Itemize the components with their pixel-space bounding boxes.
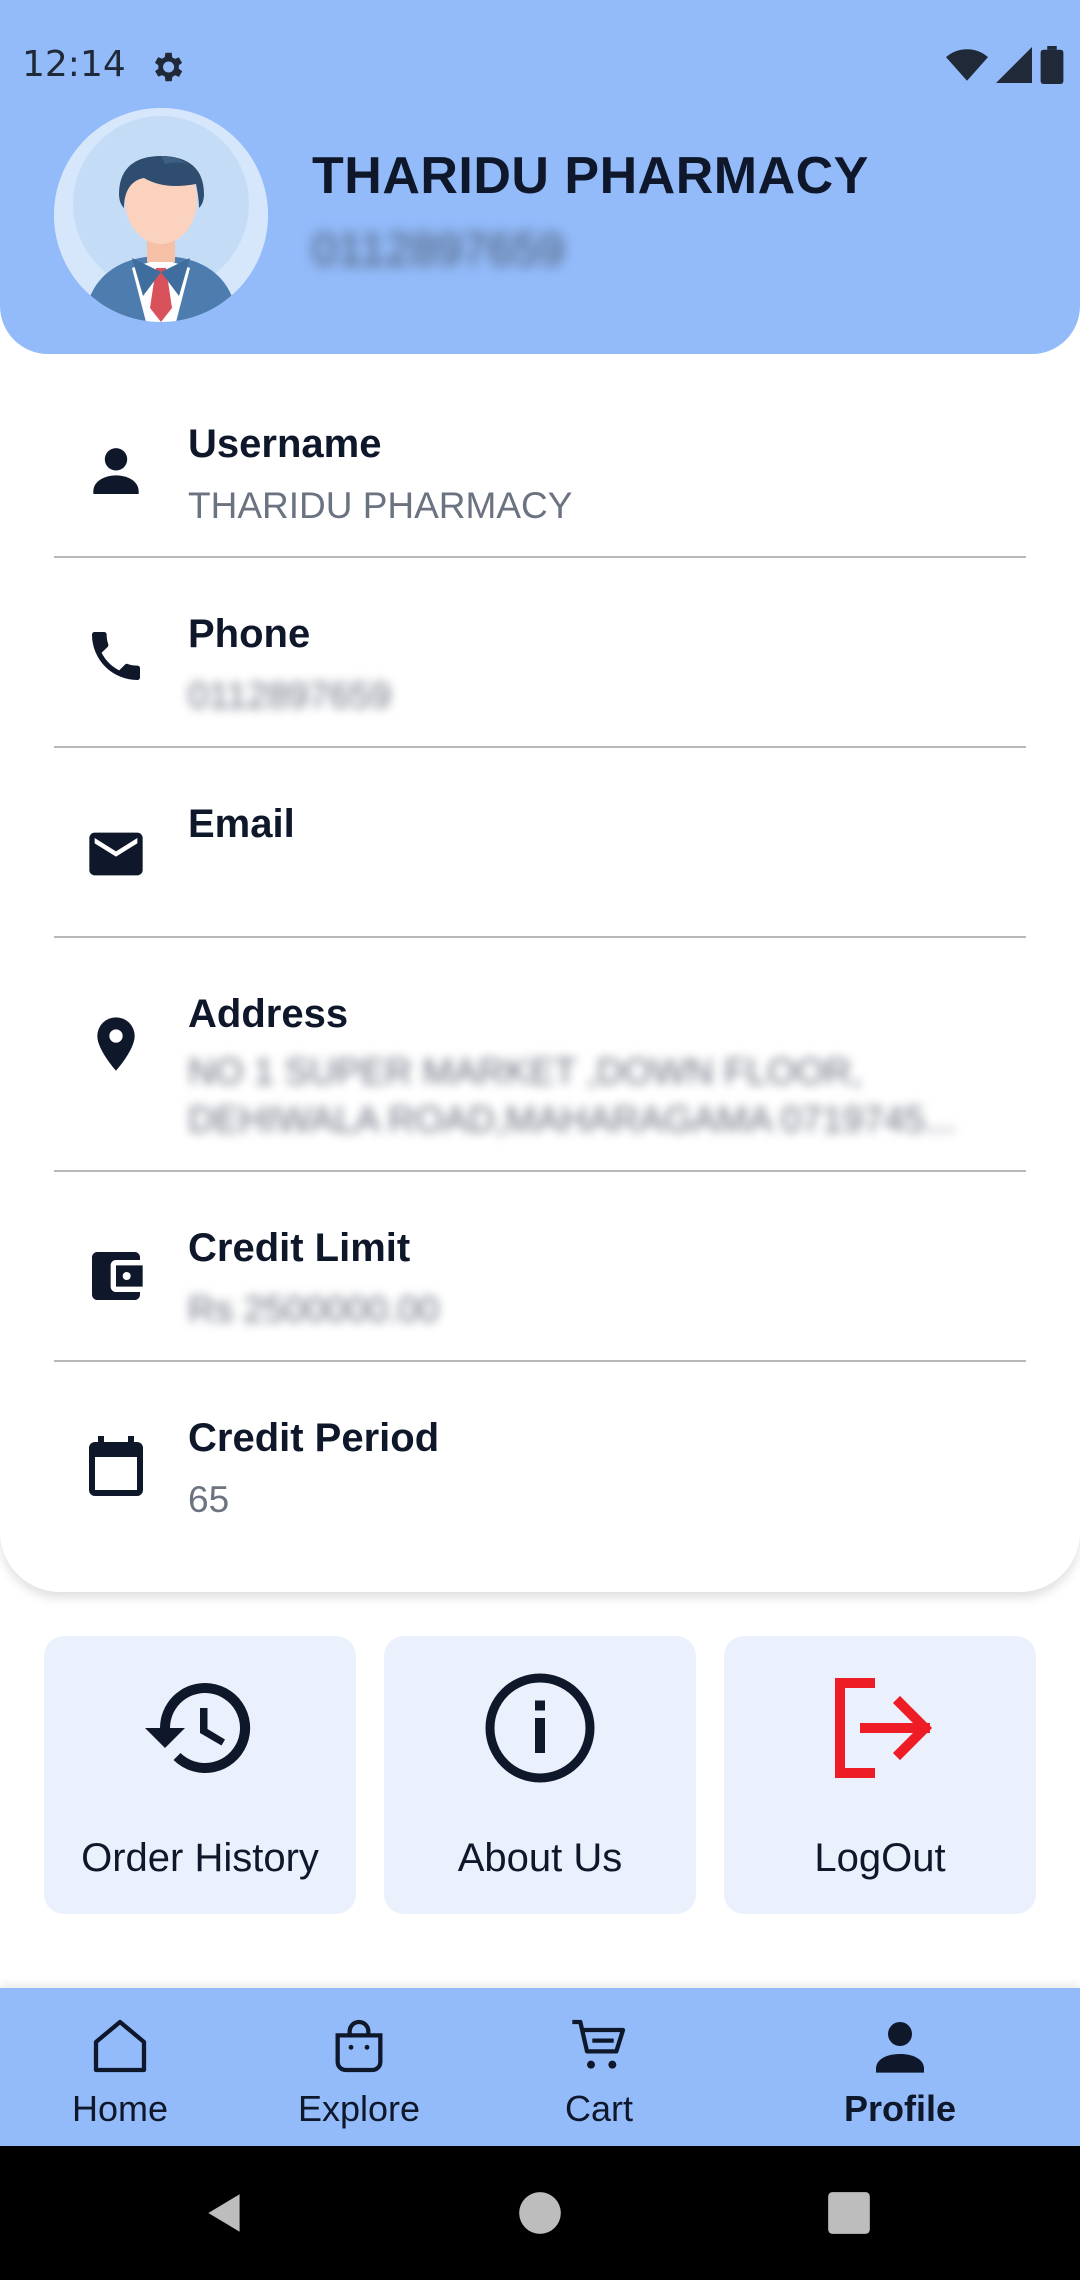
profile-header: 12:14 THARIDU PHARMACY 0112897659 (0, 0, 1080, 354)
about-us-button[interactable]: About Us (384, 1636, 696, 1914)
detail-label: Phone (188, 612, 311, 656)
nav-label: Explore (297, 2088, 421, 2129)
detail-row-credit-period: Credit Period 65 (54, 1362, 1026, 1550)
tile-label: About Us (457, 1836, 623, 1880)
nav-profile[interactable]: Profile (800, 1988, 1000, 2146)
detail-row-phone: Phone 0112897659 (54, 558, 1026, 748)
profile-details-card: Username THARIDU PHARMACY Phone 01128976… (0, 300, 1080, 1592)
phone-icon (92, 632, 140, 680)
info-icon (485, 1673, 595, 1783)
nav-label: Cart (564, 2088, 633, 2129)
logout-icon (835, 1678, 933, 1778)
settings-gear-icon (154, 52, 183, 82)
detail-label: Credit Period (188, 1416, 440, 1460)
detail-row-address: Address NO 1 SUPER MARKET ,DOWN FLOOR, D… (54, 938, 1026, 1172)
tile-label: Order History (81, 1836, 319, 1880)
businessman-avatar-icon (54, 108, 268, 322)
nav-explore[interactable]: Explore (259, 1988, 459, 2146)
history-icon (145, 1682, 251, 1773)
logout-button[interactable]: LogOut (724, 1636, 1036, 1914)
detail-label: Email (188, 802, 295, 846)
detail-value: 0112897659 (188, 675, 392, 716)
nav-label: Home (71, 2088, 169, 2129)
detail-row-email: Email (54, 748, 1026, 938)
nav-label: Profile (843, 2088, 957, 2129)
detail-value: THARIDU PHARMACY (188, 485, 573, 526)
person-icon (93, 448, 139, 494)
nav-cart[interactable]: Cart (499, 1988, 699, 2146)
cell-signal-icon (996, 47, 1032, 83)
calendar-icon (89, 1436, 143, 1496)
status-time: 12:14 (22, 44, 126, 85)
detail-label: Username (188, 422, 382, 466)
location-icon (97, 1017, 135, 1071)
cart-icon (572, 2019, 626, 2069)
detail-value: 65 (188, 1479, 230, 1520)
action-tiles: Order History About Us LogOut (0, 1636, 1080, 1916)
recents-icon[interactable] (824, 2188, 874, 2238)
nav-home[interactable]: Home (20, 1988, 220, 2146)
wallet-icon (92, 1252, 143, 1300)
detail-row-username: Username THARIDU PHARMACY (54, 400, 1026, 558)
order-history-button[interactable]: Order History (44, 1636, 356, 1914)
avatar (54, 108, 268, 322)
bag-icon (335, 2019, 383, 2073)
back-icon[interactable] (200, 2188, 250, 2238)
battery-icon (1040, 46, 1064, 84)
detail-row-credit-limit: Credit Limit Rs 2500000.00 (54, 1172, 1026, 1362)
shop-phone: 0112897659 (312, 223, 565, 275)
shop-name: THARIDU PHARMACY (312, 147, 869, 205)
detail-label: Address (188, 992, 349, 1036)
tile-label: LogOut (814, 1836, 946, 1880)
bottom-nav: Home Explore Cart Profile (0, 1988, 1080, 2146)
detail-value: NO 1 SUPER MARKET ,DOWN FLOOR, DEHIWALA … (188, 1051, 956, 1140)
detail-value: Rs 2500000.00 (188, 1289, 439, 1330)
status-icons (946, 46, 1064, 84)
mail-icon (89, 832, 143, 876)
profile-icon (876, 2022, 924, 2073)
system-nav-bar (0, 2146, 1080, 2280)
home-circle-icon[interactable] (515, 2188, 565, 2238)
detail-label: Credit Limit (188, 1226, 411, 1270)
home-icon (93, 2019, 147, 2073)
wifi-icon (946, 49, 988, 81)
